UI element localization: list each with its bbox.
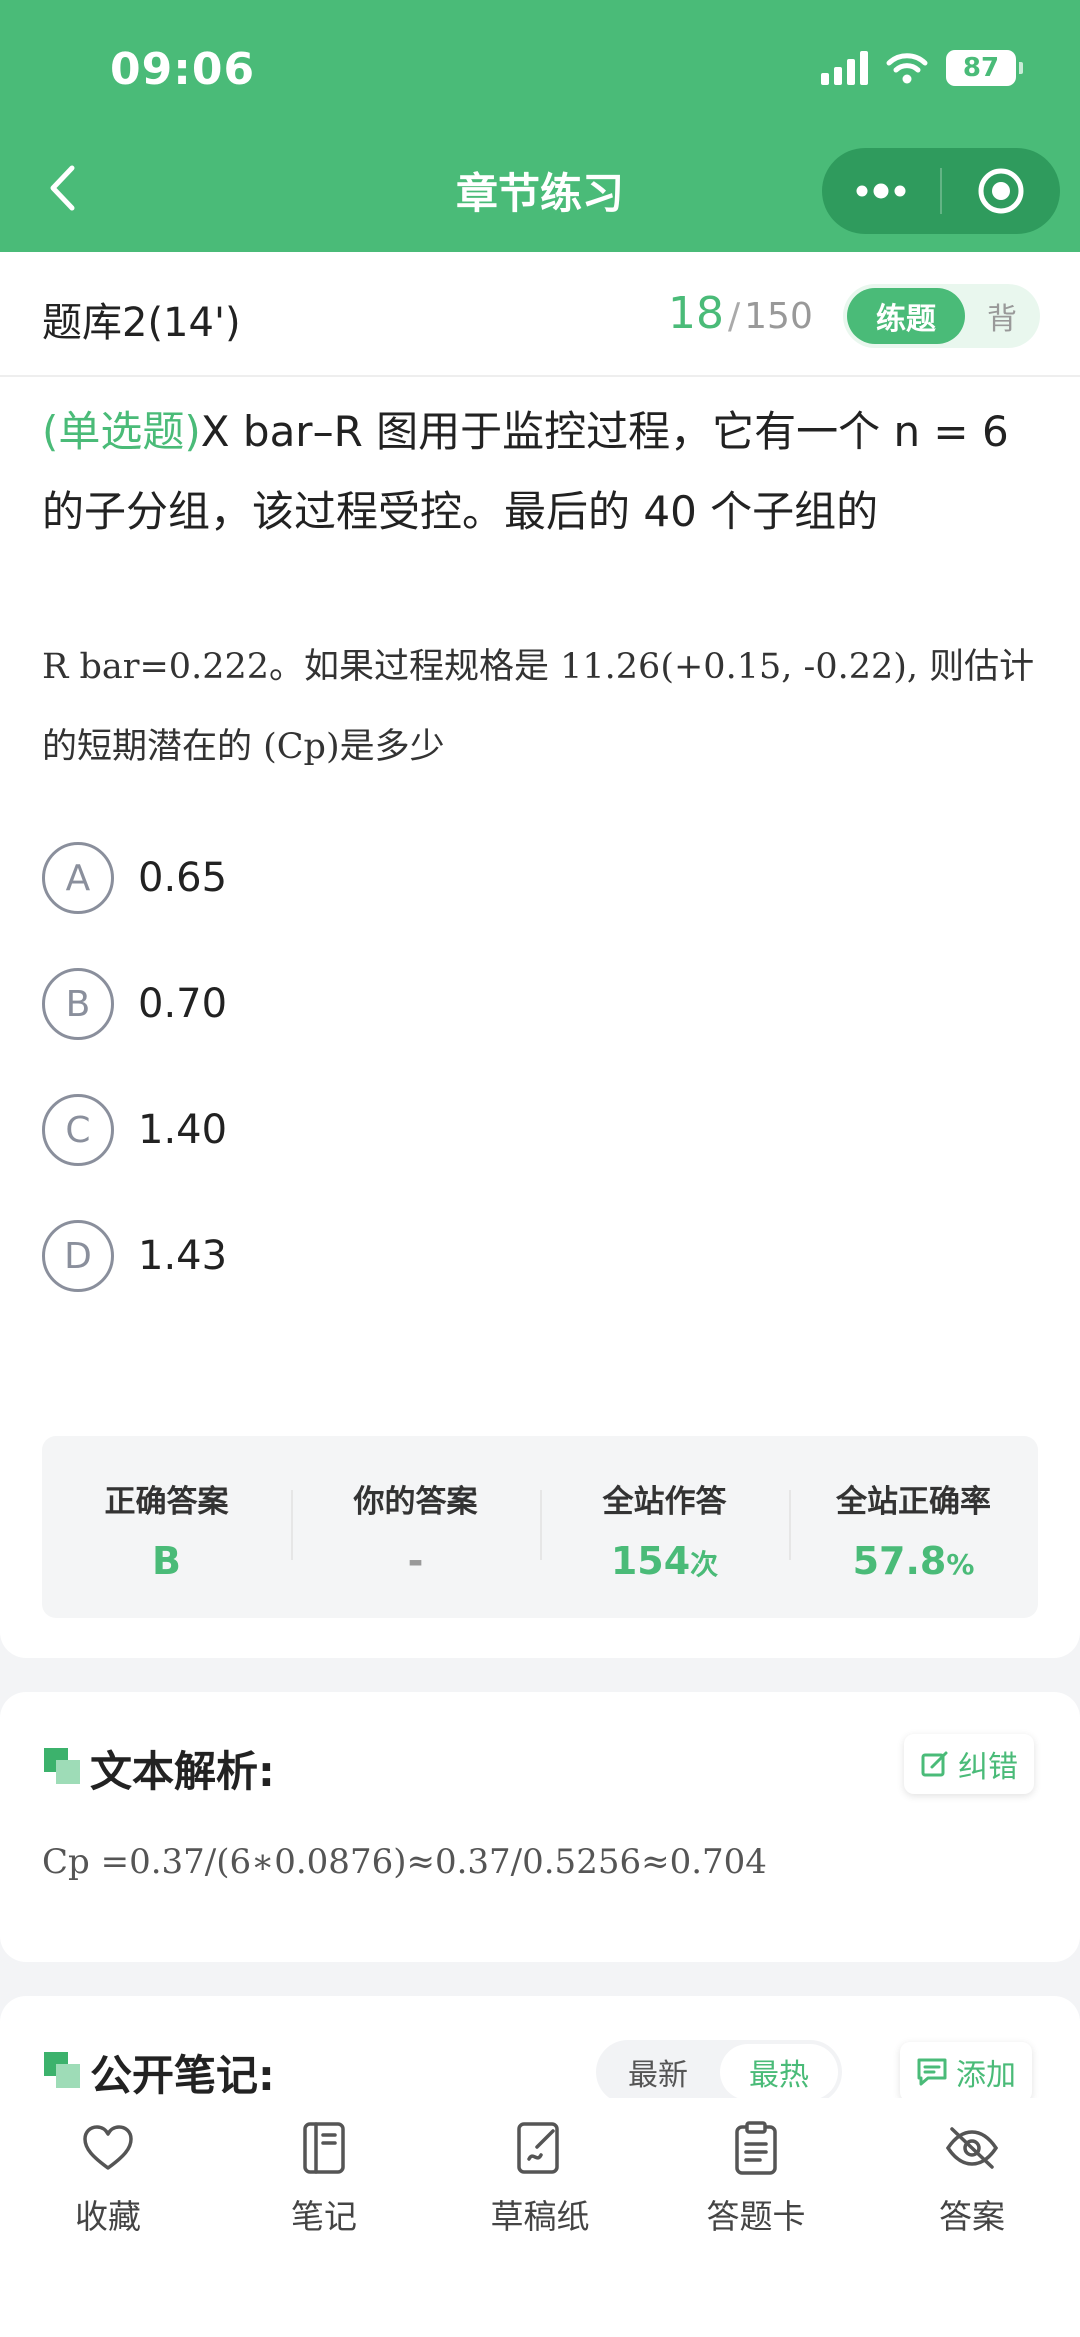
more-icon[interactable] [822,148,940,234]
tab-label: 收藏 [75,2197,141,2236]
stat-value-group: 154次 [611,1539,718,1583]
stat-label: 你的答案 [353,1484,478,1520]
option-c[interactable]: C 1.40 [42,1092,842,1168]
answer-sheet-icon [728,2120,784,2176]
tab-answer-sheet[interactable]: 答题卡 [648,2098,864,2337]
mode-toggle: 练题 背 [843,284,1040,348]
notes-sort-toggle: 最新 最热 [596,2040,842,2104]
close-target-icon[interactable] [942,148,1060,234]
option-letter: D [42,1220,114,1292]
comment-icon [917,2058,947,2086]
analysis-content: Cp =0.37/(6∗0.0876)≈0.37/0.5256≈0.704 [42,1842,767,1882]
question-progress: 18 / 150 [668,288,813,339]
analysis-card: 文本解析: 纠错 Cp =0.37/(6∗0.0876)≈0.37/0.5256… [0,1692,1080,1962]
status-icons: 87 [821,50,1023,86]
progress-current: 18 [668,288,724,339]
stat-value: - [407,1539,424,1583]
app-header: 09:06 87 章节练习 [0,0,1080,252]
tab-favorite[interactable]: 收藏 [0,2098,216,2337]
question-text: (单选题)X bar–R 图用于监控过程，它有一个 n = 6 的子分组，该过程… [42,392,1042,552]
tab-answer[interactable]: 答案 [864,2098,1080,2337]
notebook-icon [296,2120,352,2176]
question-type: (单选题) [42,407,201,456]
stat-correct-answer: 正确答案 B [42,1436,291,1618]
stat-label: 正确答案 [104,1484,229,1520]
stat-total-attempts: 全站作答 154次 [540,1436,789,1618]
option-b[interactable]: B 0.70 [42,966,842,1042]
mode-memorize-button[interactable]: 背 [968,288,1036,344]
edit-icon [921,1751,948,1777]
option-letter: A [42,842,114,914]
battery-level: 87 [962,53,1000,83]
report-error-label: 纠错 [958,1750,1018,1785]
mode-practice-button[interactable]: 练题 [847,288,965,344]
option-text: 0.70 [138,981,228,1027]
tab-label: 笔记 [291,2197,357,2236]
option-letter: C [42,1094,114,1166]
progress-total: 150 [744,296,813,337]
heart-icon [80,2120,136,2176]
add-note-button[interactable]: 添加 [900,2042,1032,2102]
stat-value: B [152,1539,181,1583]
add-note-label: 添加 [956,2058,1016,2093]
bank-name: 题库2(14') [42,300,241,346]
question-stem-continued: R bar=0.222。如果过程规格是 11.26(+0.15, -0.22),… [42,647,1035,767]
tab-label: 答题卡 [706,2197,806,2236]
bottom-toolbar: 收藏 笔记 草稿纸 答题卡 答案 [0,2098,1080,2337]
option-text: 1.40 [138,1107,228,1153]
sort-hot-button[interactable]: 最热 [720,2044,838,2100]
section-square-icon [44,1748,80,1784]
stat-value: 154 [610,1539,691,1583]
section-square-icon [44,2052,80,2088]
draft-icon [512,2120,568,2176]
notes-title: 公开笔记: [90,2051,275,2100]
stat-your-answer: 你的答案 - [291,1436,540,1618]
signal-icon [821,51,868,85]
bank-header: 题库2(14') 18 / 150 练题 背 [0,252,1080,377]
analysis-title: 文本解析: [90,1747,275,1796]
sort-latest-button[interactable]: 最新 [596,2040,720,2104]
option-a[interactable]: A 0.65 [42,840,842,916]
stat-value: 57.8 [852,1539,947,1583]
question-card: 题库2(14') 18 / 150 练题 背 (单选题)X bar–R 图用于监… [0,252,1080,1658]
eye-off-icon [944,2120,1000,2176]
status-time: 09:06 [110,44,256,95]
stat-unit: 次 [690,1548,719,1581]
progress-separator: / [728,296,741,337]
option-letter: B [42,968,114,1040]
wifi-icon [886,53,928,84]
stat-label: 全站正确率 [836,1484,991,1520]
tab-notes[interactable]: 笔记 [216,2098,432,2337]
report-error-button[interactable]: 纠错 [904,1734,1034,1794]
answer-stats: 正确答案 B 你的答案 - 全站作答 154次 全站正确率 57.8% [42,1436,1038,1618]
option-text: 0.65 [138,855,228,901]
stat-label: 全站作答 [602,1484,727,1520]
tab-label: 答案 [939,2197,1005,2236]
battery-icon: 87 [946,50,1023,86]
miniprogram-capsule [822,148,1060,234]
option-text: 1.43 [138,1233,228,1279]
option-d[interactable]: D 1.43 [42,1218,842,1294]
stat-unit: % [946,1548,975,1581]
tab-label: 草稿纸 [490,2197,590,2236]
tab-draft[interactable]: 草稿纸 [432,2098,648,2337]
stat-value-group: 57.8% [853,1539,975,1583]
stat-accuracy: 全站正确率 57.8% [789,1436,1038,1618]
